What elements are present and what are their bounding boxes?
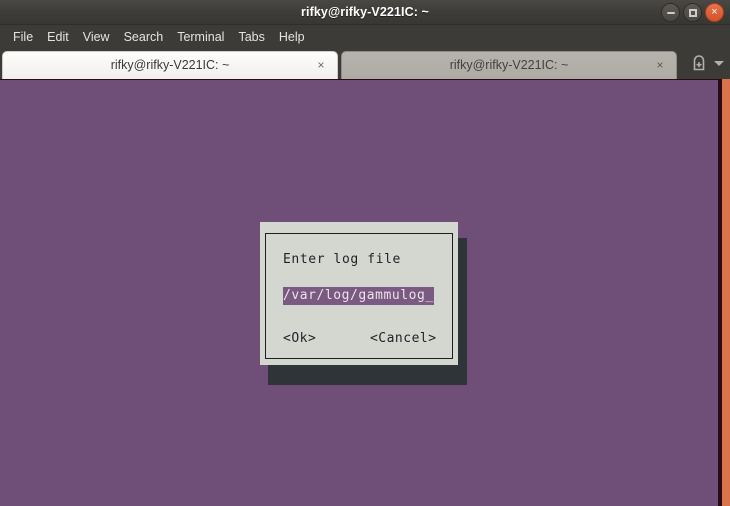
tab-0-label: rifky@rifky-V221IC: ~ — [110, 58, 230, 72]
tab-1-close-icon[interactable]: × — [653, 58, 667, 72]
close-icon: × — [711, 6, 718, 18]
menu-item-file[interactable]: File — [6, 27, 40, 47]
maximize-button[interactable] — [683, 3, 702, 22]
titlebar: rifky@rifky-V221IC: ~ × — [0, 0, 730, 25]
minimize-icon — [662, 4, 679, 21]
terminal-window: rifky@rifky-V221IC: ~ × File Edit View S… — [0, 0, 730, 506]
ok-button[interactable]: <Ok> — [283, 331, 316, 347]
tab-1-label: rifky@rifky-V221IC: ~ — [449, 58, 569, 72]
log-file-input-value: /var/log/gammulog — [283, 288, 426, 303]
desktop-edge-strip — [722, 79, 730, 506]
maximize-icon — [684, 4, 701, 21]
dialog-title: Enter log file — [283, 252, 401, 267]
log-file-input[interactable]: /var/log/gammulog_ — [283, 287, 434, 305]
chevron-down-icon[interactable] — [714, 60, 724, 66]
terminal-content[interactable]: Enter log file /var/log/gammulog_ <Ok> <… — [0, 79, 718, 506]
tab-0-close-icon[interactable]: × — [314, 58, 328, 72]
minimize-button[interactable] — [661, 3, 680, 22]
close-button[interactable]: × — [705, 3, 724, 22]
menu-item-terminal[interactable]: Terminal — [170, 27, 231, 47]
menu-item-tabs[interactable]: Tabs — [231, 27, 271, 47]
text-cursor: _ — [425, 288, 434, 303]
menu-item-edit[interactable]: Edit — [40, 27, 76, 47]
dialog-button-row: <Ok> <Cancel> — [283, 327, 453, 347]
tab-1[interactable]: rifky@rifky-V221IC: ~ × — [341, 51, 677, 79]
window-controls: × — [661, 3, 724, 22]
menu-item-search[interactable]: Search — [117, 27, 171, 47]
log-file-dialog: Enter log file /var/log/gammulog_ <Ok> <… — [260, 222, 458, 365]
menu-item-help[interactable]: Help — [272, 27, 312, 47]
tabbar: rifky@rifky-V221IC: ~ × rifky@rifky-V221… — [0, 49, 730, 79]
menu-item-view[interactable]: View — [76, 27, 117, 47]
dialog-frame: Enter log file /var/log/gammulog_ <Ok> <… — [265, 233, 453, 359]
tabbar-controls — [688, 52, 728, 74]
tab-0[interactable]: rifky@rifky-V221IC: ~ × — [2, 51, 338, 79]
cancel-button[interactable]: <Cancel> — [370, 331, 437, 347]
new-tab-icon[interactable] — [688, 52, 710, 74]
menubar: File Edit View Search Terminal Tabs Help — [0, 25, 730, 49]
window-title: rifky@rifky-V221IC: ~ — [301, 5, 429, 19]
